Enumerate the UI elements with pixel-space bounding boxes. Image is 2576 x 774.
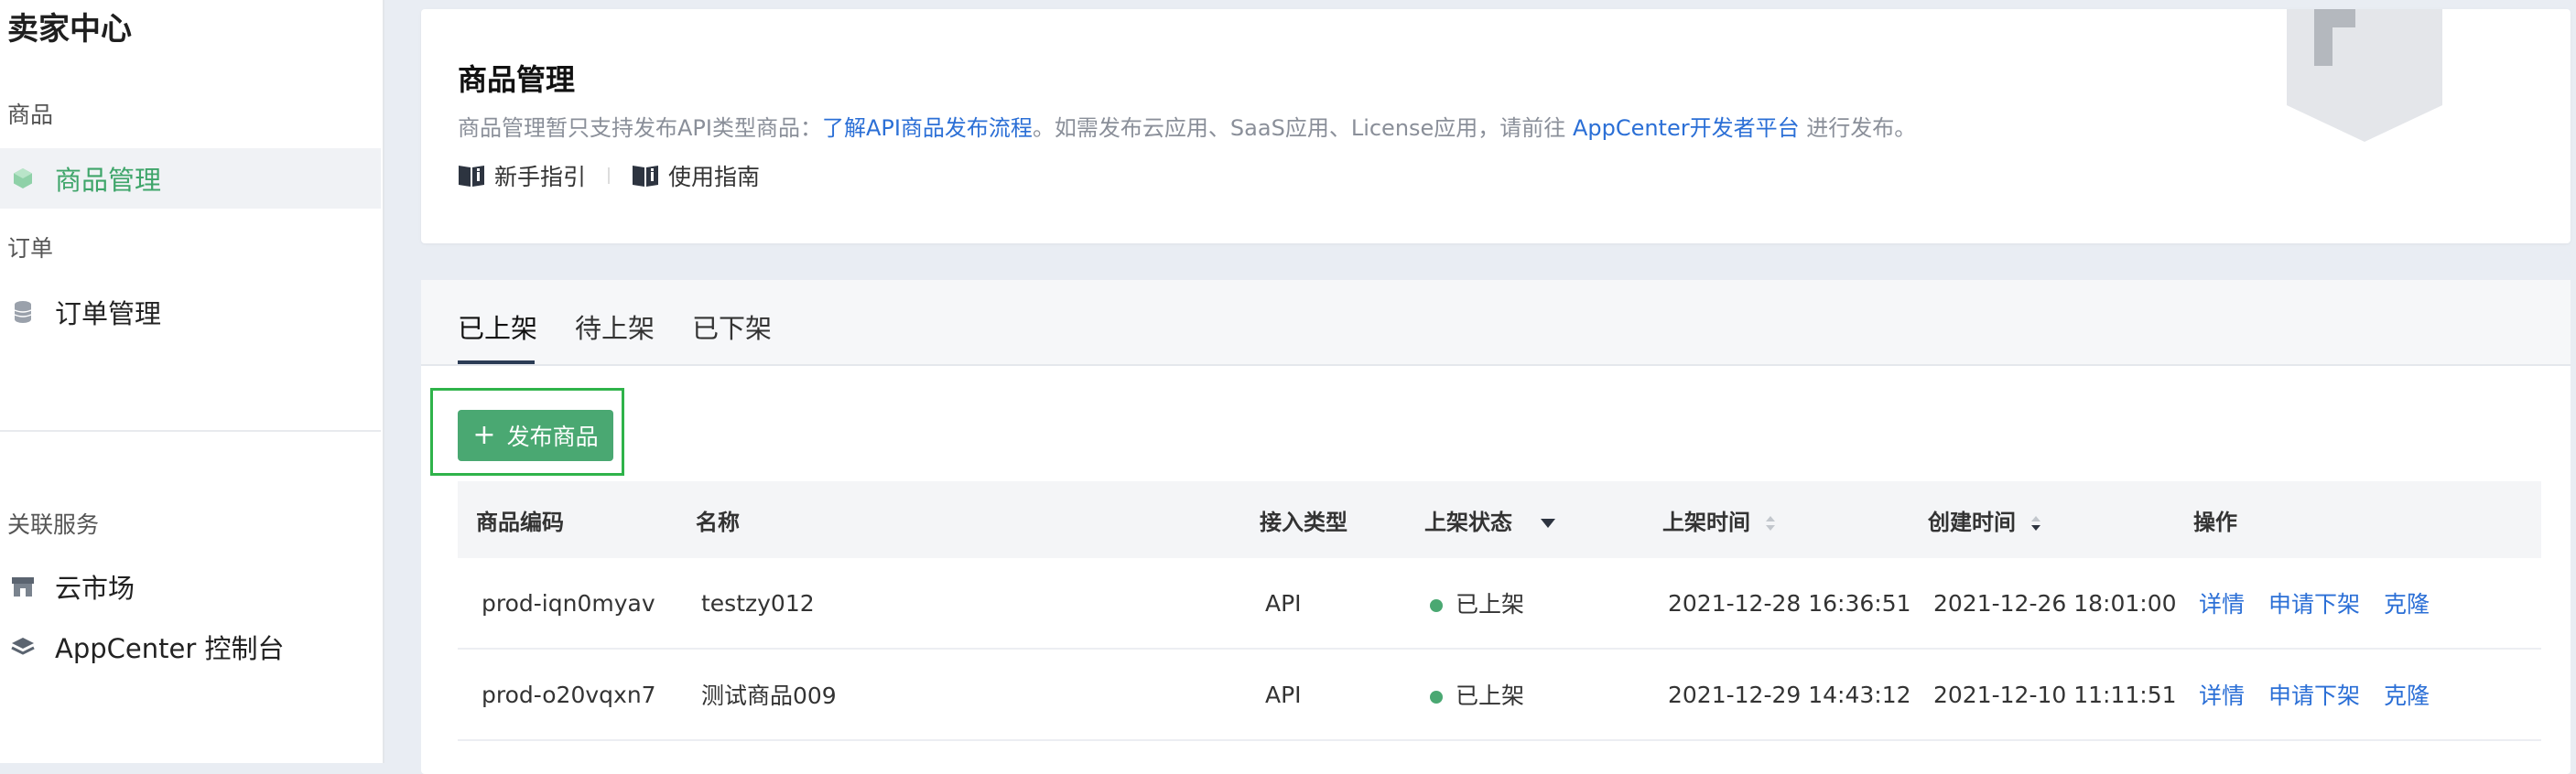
- status-label: 已上架: [1456, 683, 1525, 709]
- guide-separator: [608, 167, 611, 184]
- section-label-related: 关联服务: [7, 511, 100, 538]
- sidebar-divider: [0, 430, 381, 432]
- cell-status: 已上架: [1406, 558, 1644, 650]
- cell-created-time: 2021-12-26 18:01:00: [1910, 558, 2177, 650]
- col-header-name: 名称: [677, 481, 1241, 558]
- product-list-panel: 已上架 待上架 已下架 + 发布商品 商品编码 名称 接入类型 上架状态 上架时…: [421, 280, 2571, 774]
- cell-created-time: 2021-12-10 11:11:51: [1910, 649, 2177, 741]
- table-row: prod-o20vqxn7 测试商品009 API 已上架 2021-12-29…: [458, 649, 2541, 741]
- sort-icon[interactable]: [1765, 515, 1776, 532]
- col-header-actions: 操作: [2175, 481, 2541, 558]
- desc-suffix: 进行发布。: [1799, 115, 1917, 141]
- col-header-status-label: 上架状态: [1424, 509, 1512, 535]
- api-publish-flow-link[interactable]: 了解API商品发布流程: [822, 115, 1033, 141]
- detail-link[interactable]: 详情: [2199, 591, 2245, 618]
- sidebar-item-cloud-market[interactable]: 云市场: [0, 556, 381, 617]
- col-header-actions-label: 操作: [2193, 509, 2237, 535]
- appcenter-dev-platform-link[interactable]: AppCenter开发者平台: [1573, 115, 1800, 141]
- cell-actions: 详情 申请下架 克隆: [2175, 649, 2541, 741]
- table-header-row: 商品编码 名称 接入类型 上架状态 上架时间 创建时间 操作: [458, 481, 2541, 558]
- desc-middle: 。如需发布云应用、SaaS应用、License应用，请前往: [1032, 115, 1573, 141]
- active-tab-indicator: [458, 360, 535, 364]
- desc-prefix: 商品管理暂只支持发布API类型商品：: [458, 115, 822, 141]
- guide-links: 新手指引 使用指南: [458, 159, 760, 192]
- tab-delisted[interactable]: 已下架: [692, 307, 772, 346]
- request-delist-link[interactable]: 申请下架: [2268, 683, 2360, 709]
- beginner-guide-label: 新手指引: [494, 164, 587, 190]
- publish-button-label: 发布商品: [506, 424, 599, 450]
- col-header-created-time[interactable]: 创建时间: [1910, 481, 2175, 558]
- info-description: 商品管理暂只支持发布API类型商品：了解API商品发布流程。如需发布云应用、Sa…: [458, 110, 1916, 142]
- tab-pending[interactable]: 待上架: [575, 307, 655, 346]
- section-label-goods: 商品: [7, 102, 54, 128]
- database-icon: [11, 300, 35, 324]
- book-info-icon: [633, 166, 659, 187]
- cell-type: API: [1241, 649, 1406, 741]
- tab-listed[interactable]: 已上架: [458, 307, 537, 346]
- layers-icon: [11, 635, 35, 659]
- sidebar-item-label: AppCenter 控制台: [55, 633, 285, 664]
- cell-name: testzy012: [677, 558, 1241, 650]
- cell-code: prod-iqn0myav: [458, 558, 677, 650]
- cell-code: prod-o20vqxn7: [458, 649, 677, 741]
- cell-actions: 详情 申请下架 克隆: [2175, 558, 2541, 650]
- col-header-status[interactable]: 上架状态: [1406, 481, 1644, 558]
- clone-link[interactable]: 克隆: [2384, 591, 2430, 618]
- cell-listed-time: 2021-12-28 16:36:51: [1644, 558, 1911, 650]
- product-table: 商品编码 名称 接入类型 上架状态 上架时间 创建时间 操作 prod-iqn0…: [458, 481, 2541, 741]
- sidebar-item-label: 商品管理: [55, 165, 162, 196]
- col-header-code-label: 商品编码: [476, 509, 564, 535]
- request-delist-link[interactable]: 申请下架: [2268, 591, 2360, 618]
- decorative-shield-icon: [2287, 9, 2442, 142]
- col-header-name-label: 名称: [696, 509, 740, 535]
- status-dot-icon: [1430, 599, 1443, 612]
- col-header-listed-time[interactable]: 上架时间: [1644, 481, 1910, 558]
- cell-name: 测试商品009: [677, 649, 1241, 741]
- col-header-created-time-label: 创建时间: [1928, 509, 2016, 535]
- sidebar-item-order-manage[interactable]: 订单管理: [0, 282, 381, 342]
- status-tabs: 已上架 待上架 已下架: [421, 280, 2571, 366]
- book-info-icon: [459, 166, 484, 187]
- sidebar-item-goods-manage[interactable]: 商品管理: [0, 148, 381, 209]
- app-title: 卖家中心: [7, 11, 132, 48]
- detail-link[interactable]: 详情: [2199, 683, 2245, 709]
- filter-caret-icon[interactable]: [1540, 518, 1556, 529]
- plus-icon: +: [472, 419, 496, 451]
- cell-listed-time: 2021-12-29 14:43:12: [1644, 649, 1911, 741]
- clone-link[interactable]: 克隆: [2384, 683, 2430, 709]
- section-label-orders: 订单: [7, 235, 54, 262]
- beginner-guide-link[interactable]: 新手指引: [458, 159, 586, 192]
- sidebar-item-appcenter[interactable]: AppCenter 控制台: [0, 617, 381, 677]
- col-header-code: 商品编码: [458, 481, 677, 558]
- col-header-listed-time-label: 上架时间: [1662, 509, 1750, 535]
- status-label: 已上架: [1456, 591, 1525, 618]
- store-icon: [11, 575, 35, 598]
- cell-status: 已上架: [1406, 649, 1644, 741]
- sidebar: 卖家中心 商品 商品管理 订单 订单管理 关联服务 云市场 AppCenter …: [0, 0, 384, 763]
- usage-guide-label: 使用指南: [668, 164, 761, 190]
- col-header-type: 接入类型: [1241, 481, 1406, 558]
- sidebar-item-label: 云市场: [55, 573, 135, 604]
- status-dot-icon: [1430, 691, 1443, 704]
- info-card: 商品管理 商品管理暂只支持发布API类型商品：了解API商品发布流程。如需发布云…: [421, 9, 2571, 243]
- publish-product-button[interactable]: + 发布商品: [458, 410, 613, 461]
- cell-type: API: [1241, 558, 1406, 650]
- sidebar-item-label: 订单管理: [55, 298, 162, 329]
- usage-guide-link[interactable]: 使用指南: [632, 159, 760, 192]
- page-title: 商品管理: [458, 62, 576, 97]
- table-row: prod-iqn0myav testzy012 API 已上架 2021-12-…: [458, 558, 2541, 650]
- cube-icon: [11, 167, 35, 190]
- sort-desc-icon[interactable]: [2030, 515, 2041, 532]
- col-header-type-label: 接入类型: [1260, 509, 1348, 535]
